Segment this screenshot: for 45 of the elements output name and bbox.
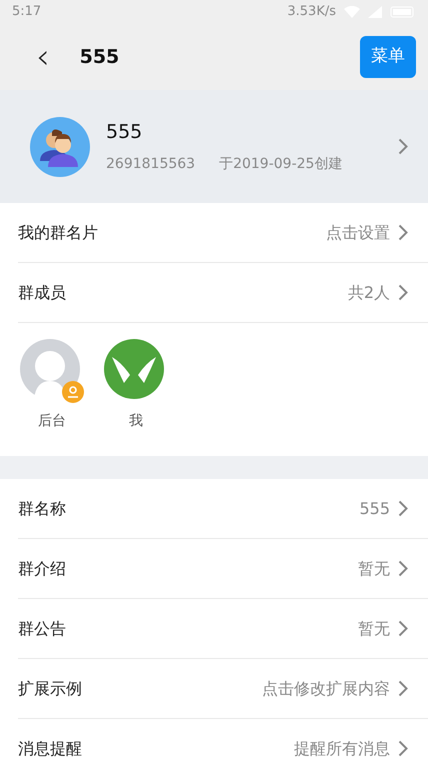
status-time: 5:17 (12, 3, 42, 22)
chevron-icon (398, 740, 408, 757)
row-label: 我的群名片 (18, 222, 98, 244)
row-value: 555 (359, 498, 390, 520)
settings-row[interactable]: 群成员 共2人 (18, 263, 428, 323)
group-name: 555 (106, 120, 144, 145)
row-label: 群介绍 (18, 558, 66, 580)
member-name: 后台 (38, 412, 66, 431)
row-value: 暂无 (358, 618, 390, 640)
row-value: 提醒所有消息 (294, 738, 390, 760)
row-label: 群名称 (18, 498, 66, 520)
page-title: 555 (80, 44, 120, 70)
settings-row[interactable]: 群公告 暂无 (18, 599, 428, 659)
member[interactable]: 我 (104, 339, 168, 440)
settings-row[interactable]: 群名称 555 (18, 479, 428, 539)
chevron-icon (398, 500, 408, 517)
created-date: 于2019-09-25创建 (219, 155, 342, 174)
row-value: 暂无 (358, 558, 390, 580)
group-header[interactable]: 555 2691815563 于2019-09-25创建 (0, 90, 428, 203)
row-value: 共2人 (348, 282, 390, 304)
chevron-icon (398, 284, 408, 301)
row-label: 消息提醒 (18, 738, 82, 760)
member-avatar-icon (20, 339, 80, 399)
back-button[interactable]: ‹ (28, 40, 58, 74)
network-speed: 3.53K/s (287, 3, 336, 22)
chevron-icon (398, 224, 408, 241)
chevron-icon (398, 138, 408, 155)
row-value: 点击设置 (326, 222, 390, 244)
settings-row[interactable]: 我的群名片 点击设置 (18, 203, 428, 263)
row-label: 扩展示例 (18, 678, 82, 700)
chevron-icon (398, 560, 408, 577)
settings-row[interactable]: 群介绍 暂无 (18, 539, 428, 599)
member-avatar-icon (104, 339, 164, 399)
member[interactable]: 后台 (20, 339, 84, 440)
settings-row[interactable]: 扩展示例 点击修改扩展内容 (18, 659, 428, 719)
settings-row[interactable]: 消息提醒 提醒所有消息 (18, 719, 428, 760)
member-name: 我 (129, 412, 143, 431)
row-label: 群成员 (18, 282, 66, 304)
group-avatar-icon (30, 116, 90, 176)
chevron-icon (398, 620, 408, 637)
menu-button[interactable]: 菜单 (360, 36, 416, 78)
row-value: 点击修改扩展内容 (262, 678, 390, 700)
chevron-icon (398, 680, 408, 697)
row-label: 群公告 (18, 618, 66, 640)
group-id: 2691815563 (106, 155, 196, 174)
